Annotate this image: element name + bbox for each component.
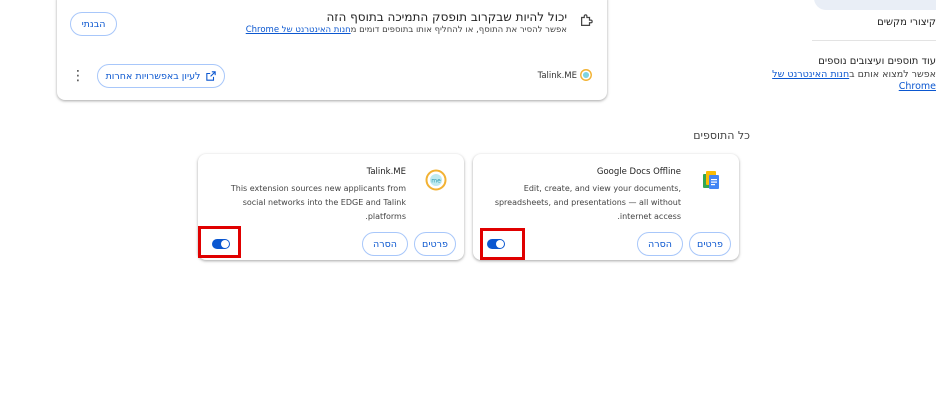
webstore-link[interactable]: חנות האינטרנט של — [772, 69, 849, 80]
deprecation-warning-card: יכול להיות שבקרוב תופסק התמיכה בתוסף הזה… — [57, 0, 607, 100]
sidebar-divider — [812, 40, 936, 41]
all-extensions-title: כל התוספים — [693, 129, 750, 142]
sidebar-more-sub-text: אפשר למצוא אותם ב — [849, 69, 936, 80]
sidebar-top-panel — [814, 0, 936, 10]
talink-logo-icon: me — [425, 169, 447, 191]
highlight-box-docs-toggle — [480, 228, 525, 260]
highlight-box-talink-toggle — [198, 226, 241, 258]
more-vert-icon[interactable]: ⋮ — [71, 69, 85, 84]
other-options-button[interactable]: לעיון באפשרויות אחרות — [97, 64, 225, 88]
remove-button[interactable]: הסרה — [637, 232, 683, 256]
other-options-label: לעיון באפשרויות אחרות — [105, 70, 201, 82]
webstore-link-chrome[interactable]: Chrome — [899, 81, 936, 92]
warning-subtitle-text: אפשר להסיר את התוסף, או להחליף אותו בתוס… — [350, 25, 567, 35]
warning-title: יכול להיות שבקרוב תופסק התמיכה בתוסף הזה — [326, 10, 567, 24]
details-button[interactable]: פרטים — [414, 232, 456, 256]
sidebar-more-title: עוד תוספים ועיצובים נוספים — [818, 56, 936, 67]
warning-extension-name: Talink.ME — [537, 71, 577, 81]
warning-webstore-link[interactable]: חנות האינטרנט של Chrome — [246, 25, 351, 35]
open-in-new-icon — [206, 71, 217, 81]
sidebar-item-shortcuts[interactable]: קיצורי מקשים — [836, 17, 936, 28]
extension-description: Edit, create, and view your documents, s… — [494, 184, 681, 221]
svg-text:me: me — [431, 178, 441, 185]
understood-button[interactable]: הבנתי — [70, 12, 117, 36]
extension-name: Talink.ME — [366, 167, 406, 177]
warning-subtitle: אפשר להסיר את התוסף, או להחליף אותו בתוס… — [246, 25, 567, 35]
puzzle-icon — [581, 14, 593, 26]
extension-name: Google Docs Offline — [596, 167, 681, 177]
google-docs-icon — [703, 171, 719, 189]
details-button[interactable]: פרטים — [689, 232, 731, 256]
extension-description: This extension sources new applicants fr… — [230, 184, 406, 221]
sidebar-more-sub: אפשר למצוא אותם בחנות האינטרנט של Chrome — [772, 69, 936, 93]
remove-button[interactable]: הסרה — [362, 232, 408, 256]
talink-logo-icon — [580, 69, 592, 81]
